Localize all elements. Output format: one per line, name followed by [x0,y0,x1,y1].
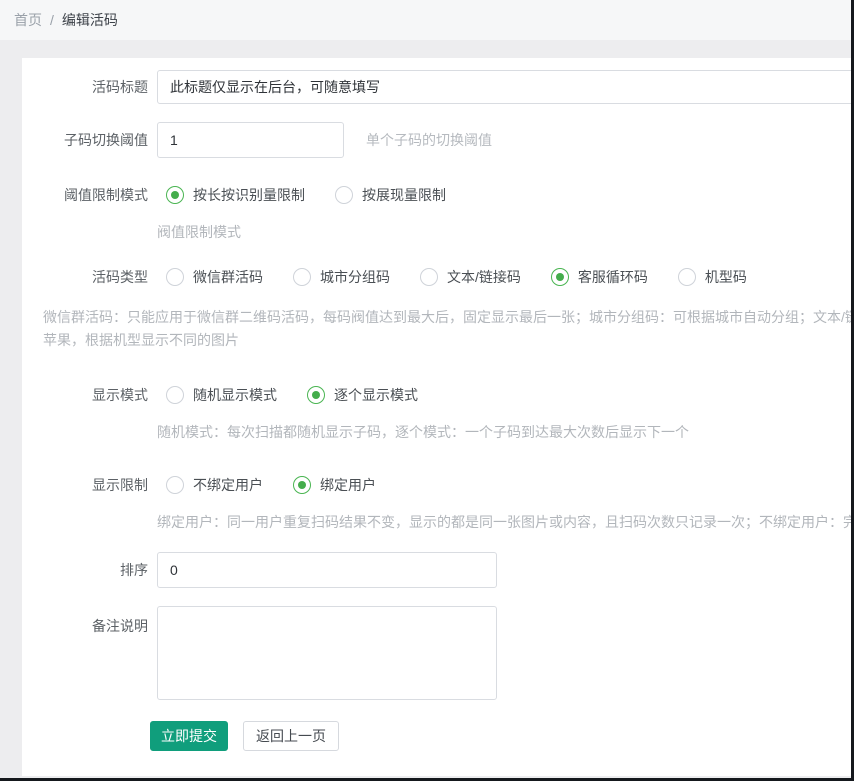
radio-icon [166,186,184,204]
submit-button[interactable]: 立即提交 [150,721,228,751]
radio-model-code[interactable]: 机型码 [678,267,747,287]
code-type-description-line2: 苹果，根据机型显示不同的图片 [43,329,854,352]
radio-by-longpress-recognition[interactable]: 按长按识别量限制 [166,185,305,205]
remark-textarea[interactable] [157,606,497,700]
radio-bind-user[interactable]: 绑定用户 [293,475,376,495]
radio-icon [166,476,184,494]
row-threshold-mode: 阈值限制模式 按长按识别量限制 按展现量限制 [22,185,854,205]
radio-sequential-display[interactable]: 逐个显示模式 [307,385,418,405]
breadcrumb-home-link[interactable]: 首页 [14,10,42,30]
radio-label: 绑定用户 [320,475,376,495]
code-type-description: 微信群活码：只能应用于微信群二维码活码，每码阀值达到最大后，固定显示最后一张；城… [43,306,854,352]
threshold-mode-label: 阈值限制模式 [22,185,148,205]
radio-icon [420,268,438,286]
radio-service-loop-code[interactable]: 客服循环码 [551,267,648,287]
radio-wechat-group-code[interactable]: 微信群活码 [166,267,263,287]
row-code-type: 活码类型 微信群活码 城市分组码 文本/链接码 客服循环码 机型码 [22,267,854,287]
radio-label: 随机显示模式 [193,385,277,405]
radio-by-impression[interactable]: 按展现量限制 [335,185,446,205]
threshold-input[interactable] [157,122,344,158]
display-limit-label: 显示限制 [22,475,148,495]
threshold-mode-hint: 阀值限制模式 [157,222,241,242]
remark-label: 备注说明 [22,606,148,636]
breadcrumb-current: 编辑活码 [62,10,118,30]
form-actions: 立即提交 返回上一页 [150,721,339,751]
radio-label: 城市分组码 [320,267,390,287]
radio-icon [166,268,184,286]
radio-label: 文本/链接码 [447,267,521,287]
radio-label: 逐个显示模式 [334,385,418,405]
row-display-limit: 显示限制 不绑定用户 绑定用户 [22,475,854,495]
radio-no-bind-user[interactable]: 不绑定用户 [166,475,263,495]
radio-icon [678,268,696,286]
radio-text-link-code[interactable]: 文本/链接码 [420,267,521,287]
threshold-label: 子码切换阈值 [22,130,148,150]
display-limit-hint: 绑定用户：同一用户重复扫码结果不变，显示的都是同一张图片或内容，且扫码次数只记录… [157,512,854,532]
row-remark: 备注说明 [22,606,854,700]
code-type-label: 活码类型 [22,267,148,287]
row-display-mode: 显示模式 随机显示模式 逐个显示模式 [22,385,854,405]
breadcrumb-separator: / [50,12,54,28]
radio-icon [293,476,311,494]
back-button[interactable]: 返回上一页 [243,721,339,751]
radio-label: 按展现量限制 [362,185,446,205]
display-mode-label: 显示模式 [22,385,148,405]
display-mode-hint: 随机模式：每次扫描都随机显示子码，逐个模式：一个子码到达最大次数后显示下一个 [157,422,689,442]
radio-label: 微信群活码 [193,267,263,287]
radio-label: 机型码 [705,267,747,287]
breadcrumb: 首页 / 编辑活码 [0,0,854,40]
row-sort: 排序 [22,552,854,588]
row-title: 活码标题 [22,70,854,104]
radio-icon [551,268,569,286]
threshold-hint: 单个子码的切换阈值 [366,130,492,150]
sort-input[interactable] [157,552,497,588]
radio-label: 按长按识别量限制 [193,185,305,205]
radio-label: 客服循环码 [578,267,648,287]
sort-label: 排序 [22,560,148,580]
radio-icon [335,186,353,204]
radio-icon [307,386,325,404]
row-threshold: 子码切换阈值 单个子码的切换阈值 [22,122,854,158]
radio-label: 不绑定用户 [193,475,263,495]
code-type-description-line1: 微信群活码：只能应用于微信群二维码活码，每码阀值达到最大后，固定显示最后一张；城… [43,306,854,329]
title-label: 活码标题 [22,77,148,97]
radio-city-group-code[interactable]: 城市分组码 [293,267,390,287]
radio-icon [293,268,311,286]
radio-icon [166,386,184,404]
radio-random-display[interactable]: 随机显示模式 [166,385,277,405]
edit-livecode-form-card: 活码标题 子码切换阈值 单个子码的切换阈值 阈值限制模式 按长按识别量限制 按展… [22,58,854,776]
title-input[interactable] [157,70,854,104]
